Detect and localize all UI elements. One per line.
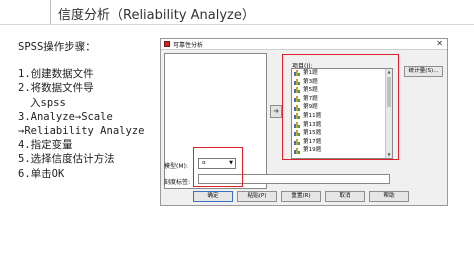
- step-1: 1.创建数据文件: [18, 68, 94, 81]
- ok-button[interactable]: 确定: [193, 191, 233, 202]
- items-highlight-box: [282, 54, 399, 160]
- paste-button[interactable]: 粘贴(P): [237, 191, 277, 202]
- title-divider: [0, 24, 474, 25]
- step-3-cont: →Reliability Analyze: [18, 125, 145, 138]
- step-4: 4.指定变量: [18, 139, 73, 152]
- step-2: 2.将数据文件导: [18, 82, 94, 95]
- dialog-title: 可靠性分析: [173, 42, 204, 49]
- step-5: 5.选择信度估计方法: [18, 153, 115, 166]
- spss-app-icon: [164, 41, 170, 47]
- steps-panel: SPSS操作步骤： 1.创建数据文件 2.将数据文件导 入spss 3.Anal…: [18, 40, 144, 181]
- statistics-button[interactable]: 统计量(S)...: [404, 66, 443, 77]
- slide-title: 信度分析（Reliability Analyze）: [58, 8, 255, 23]
- close-icon[interactable]: ✕: [436, 39, 443, 49]
- step-3: 3.Analyze→Scale: [18, 110, 113, 123]
- model-highlight-box: [193, 147, 243, 187]
- title-divider-vertical: [50, 0, 51, 24]
- step-6: 6.单击OK: [18, 167, 65, 180]
- scale-label: 刻度标签:: [164, 179, 191, 186]
- move-arrow-button[interactable]: ➜: [270, 105, 282, 118]
- help-button[interactable]: 帮助: [369, 191, 409, 202]
- step-2-cont: 入spss: [30, 96, 66, 109]
- dialog-titlebar[interactable]: 可靠性分析 ✕: [161, 39, 447, 50]
- cancel-button[interactable]: 取消: [325, 191, 365, 202]
- reset-button[interactable]: 重置(R): [281, 191, 321, 202]
- model-label: 模型(M):: [164, 163, 188, 170]
- steps-heading: SPSS操作步骤：: [18, 41, 96, 53]
